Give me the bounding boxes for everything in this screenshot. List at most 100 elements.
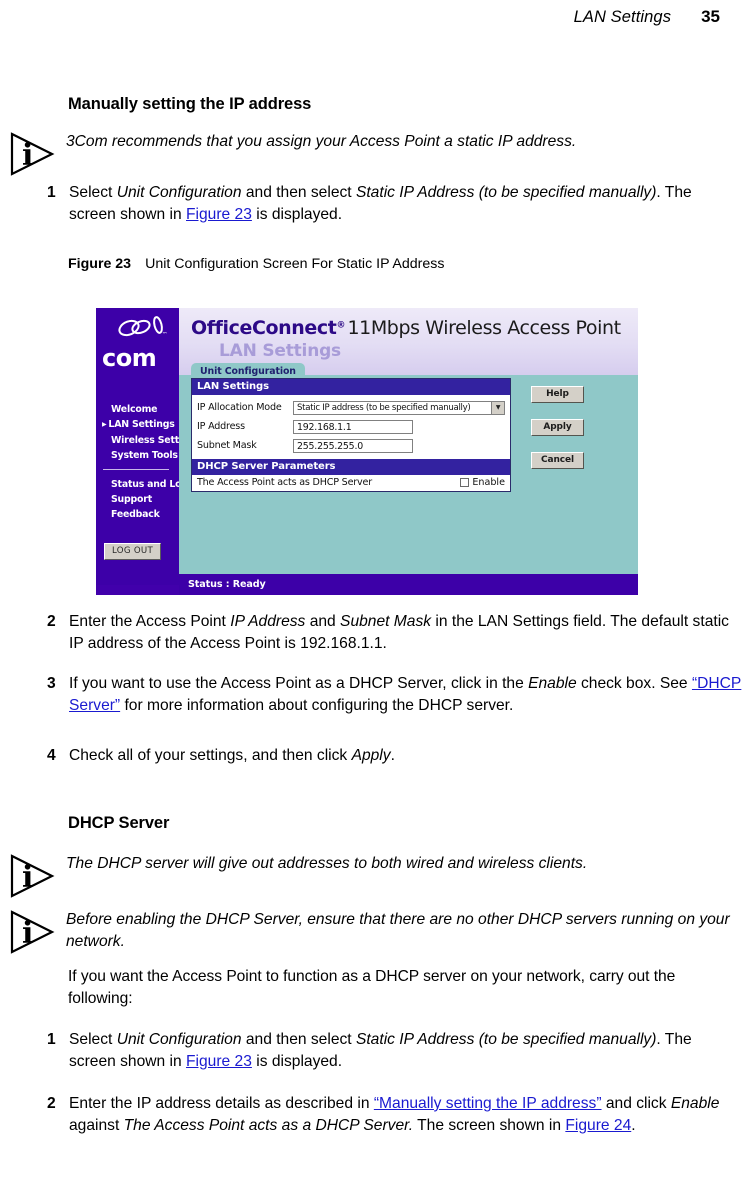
sidebar-item-lan-settings[interactable]: LAN Settings xyxy=(102,417,180,433)
step-emphasis: Apply xyxy=(351,747,391,764)
webui-main-pane: OfficeConnect® 11Mbps Wireless Access Poi… xyxy=(179,308,638,585)
step-text-part: If you want to use the Access Point as a… xyxy=(69,675,529,692)
help-button[interactable]: Help xyxy=(531,386,584,403)
figure-label: Figure 23 xyxy=(68,256,132,272)
lan-settings-card: LAN Settings IP Allocation Mode Static I… xyxy=(191,378,511,492)
svg-text:i: i xyxy=(22,916,33,951)
svg-text:™: ™ xyxy=(162,331,168,338)
webui-page-title: LAN Settings xyxy=(219,341,341,361)
dhcp-enable-checkbox[interactable] xyxy=(460,478,470,487)
section-heading-manual-ip: Manually setting the IP address xyxy=(68,95,312,113)
field-row-subnet-mask: Subnet Mask 255.255.255.0 xyxy=(197,436,505,455)
sidebar-divider xyxy=(103,469,169,470)
sidebar-item-feedback[interactable]: Feedback xyxy=(102,507,180,522)
webui-status-bar: Status : Ready xyxy=(179,574,638,595)
ip-address-input[interactable]: 192.168.1.1 xyxy=(293,419,413,434)
step-emphasis: Unit Configuration xyxy=(116,1031,242,1048)
step-text-part: check box. See xyxy=(576,675,692,692)
step-item-4: 4 Check all of your settings, and then c… xyxy=(47,745,737,767)
brand-product-descriptor: 11Mbps Wireless Access Point xyxy=(347,317,621,339)
step-emphasis: Enable xyxy=(528,675,577,692)
figure-23-link[interactable]: Figure 23 xyxy=(186,206,252,223)
lan-settings-card-body: IP Allocation Mode Static IP address (to… xyxy=(192,395,510,459)
note-text-2: The DHCP server will give out addresses … xyxy=(66,855,588,872)
step-text-part: and click xyxy=(601,1095,671,1112)
dhcp-server-role-label: The Access Point acts as DHCP Server xyxy=(197,477,372,488)
figure-24-link[interactable]: Figure 24 xyxy=(565,1117,631,1134)
step-text-part: The screen shown in xyxy=(413,1116,566,1134)
dhcp-step-item-2: 2 Enter the IP address details as descri… xyxy=(47,1093,744,1136)
step-number: 2 xyxy=(47,1095,56,1112)
step-text: Select Unit Configuration and then selec… xyxy=(69,182,737,225)
svg-text:i: i xyxy=(22,860,33,895)
webui-action-buttons: Help Apply Cancel xyxy=(531,386,591,485)
step-text-part: for more information about configuring t… xyxy=(120,696,514,714)
info-triangle-icon: i xyxy=(10,854,55,898)
step-text-part: . xyxy=(390,747,395,764)
step-text: Enter the Access Point IP Address and Su… xyxy=(69,611,744,654)
step-item-1: 1 Select Unit Configuration and then sel… xyxy=(47,182,737,225)
ip-allocation-mode-label: IP Allocation Mode xyxy=(197,402,282,413)
step-text-part: is displayed. xyxy=(251,205,343,223)
step-emphasis: Enable xyxy=(670,1095,720,1112)
step-text: Enter the IP address details as describe… xyxy=(69,1093,744,1136)
ip-address-label: IP Address xyxy=(197,421,245,432)
step-text-part: and then select xyxy=(241,184,356,201)
figure-caption: Figure 23 Unit Configuration Screen For S… xyxy=(68,256,444,272)
webui-header-banner: OfficeConnect® 11Mbps Wireless Access Poi… xyxy=(179,308,638,381)
note-text-3: Before enabling the DHCP Server, ensure … xyxy=(66,911,730,950)
svg-text:i: i xyxy=(22,138,33,173)
step-emphasis: Subnet Mask xyxy=(340,613,432,630)
running-header-chapter-title: LAN Settings xyxy=(573,7,672,26)
figure-23-link[interactable]: Figure 23 xyxy=(186,1053,252,1070)
section-heading-dhcp-server: DHCP Server xyxy=(68,814,170,832)
step-text-part: and then select xyxy=(241,1031,356,1048)
page-number: 35 xyxy=(701,7,720,26)
step-text: Select Unit Configuration and then selec… xyxy=(69,1029,737,1072)
info-triangle-icon: i xyxy=(10,132,55,176)
dhcp-step-item-1: 1 Select Unit Configuration and then sel… xyxy=(47,1029,737,1072)
step-text: If you want to use the Access Point as a… xyxy=(69,673,744,716)
manually-setting-ip-address-link[interactable]: “Manually setting the IP address” xyxy=(374,1095,602,1112)
step-text-part: Select xyxy=(69,184,117,201)
logo-wordmark: com xyxy=(102,344,157,372)
sidebar-item-system-tools[interactable]: System Tools xyxy=(102,448,180,463)
lan-settings-card-title: LAN Settings xyxy=(192,379,510,395)
apply-button[interactable]: Apply xyxy=(531,419,584,436)
sidebar-item-welcome[interactable]: Welcome xyxy=(102,402,180,417)
step-text: Check all of your settings, and then cli… xyxy=(69,745,395,767)
field-row-ip-allocation-mode: IP Allocation Mode Static IP address (to… xyxy=(197,398,505,417)
step-emphasis: Static IP Address (to be specified manua… xyxy=(355,1031,657,1048)
webui-nav-list: Welcome LAN Settings Wireless Settings S… xyxy=(102,402,201,522)
webui-sidebar: ™ com Welcome LAN Settings Wireless Sett… xyxy=(96,308,201,585)
step-emphasis: The Access Point acts as a DHCP Server. xyxy=(123,1116,414,1134)
sidebar-item-status-and-logs[interactable]: Status and Logs xyxy=(102,477,193,492)
chevron-down-icon[interactable]: ▼ xyxy=(491,401,504,414)
step-text-part: . xyxy=(631,1116,636,1134)
3com-rings-logo-icon: ™ xyxy=(118,316,168,338)
sidebar-item-support[interactable]: Support xyxy=(102,492,180,507)
step-number: 1 xyxy=(47,1031,56,1048)
dhcp-enable-label: Enable xyxy=(472,477,505,488)
cancel-button[interactable]: Cancel xyxy=(531,452,584,469)
step-number: 3 xyxy=(47,675,56,692)
dhcp-enable-row: The Access Point acts as DHCP Server Ena… xyxy=(192,475,510,491)
log-out-button[interactable]: LOG OUT xyxy=(104,543,162,560)
step-text-part: is displayed. xyxy=(251,1052,343,1070)
step-text-part: Check all of your settings, and then cli… xyxy=(69,747,352,764)
ip-allocation-mode-select[interactable]: Static IP address (to be specified manua… xyxy=(293,400,505,415)
step-text-part: against xyxy=(69,1116,124,1134)
note-text-1: 3Com recommends that you assign your Acc… xyxy=(66,133,577,150)
dhcp-enable-checkbox-group[interactable]: Enable xyxy=(460,477,505,488)
ip-allocation-mode-value: Static IP address (to be specified manua… xyxy=(297,402,471,413)
step-number: 1 xyxy=(47,184,56,201)
sidebar-item-wireless-settings[interactable]: Wireless Settings xyxy=(102,433,201,448)
subnet-mask-input[interactable]: 255.255.255.0 xyxy=(293,438,413,453)
info-triangle-icon: i xyxy=(10,910,55,954)
step-emphasis: Static IP Address (to be specified manua… xyxy=(355,184,657,201)
step-number: 2 xyxy=(47,613,56,630)
step-item-3: 3 If you want to use the Access Point as… xyxy=(47,673,744,716)
step-text-part: Enter the IP address details as describe… xyxy=(69,1095,374,1112)
brand-officeconnect: OfficeConnect xyxy=(191,317,337,339)
step-text-part: Enter the Access Point xyxy=(69,613,231,630)
